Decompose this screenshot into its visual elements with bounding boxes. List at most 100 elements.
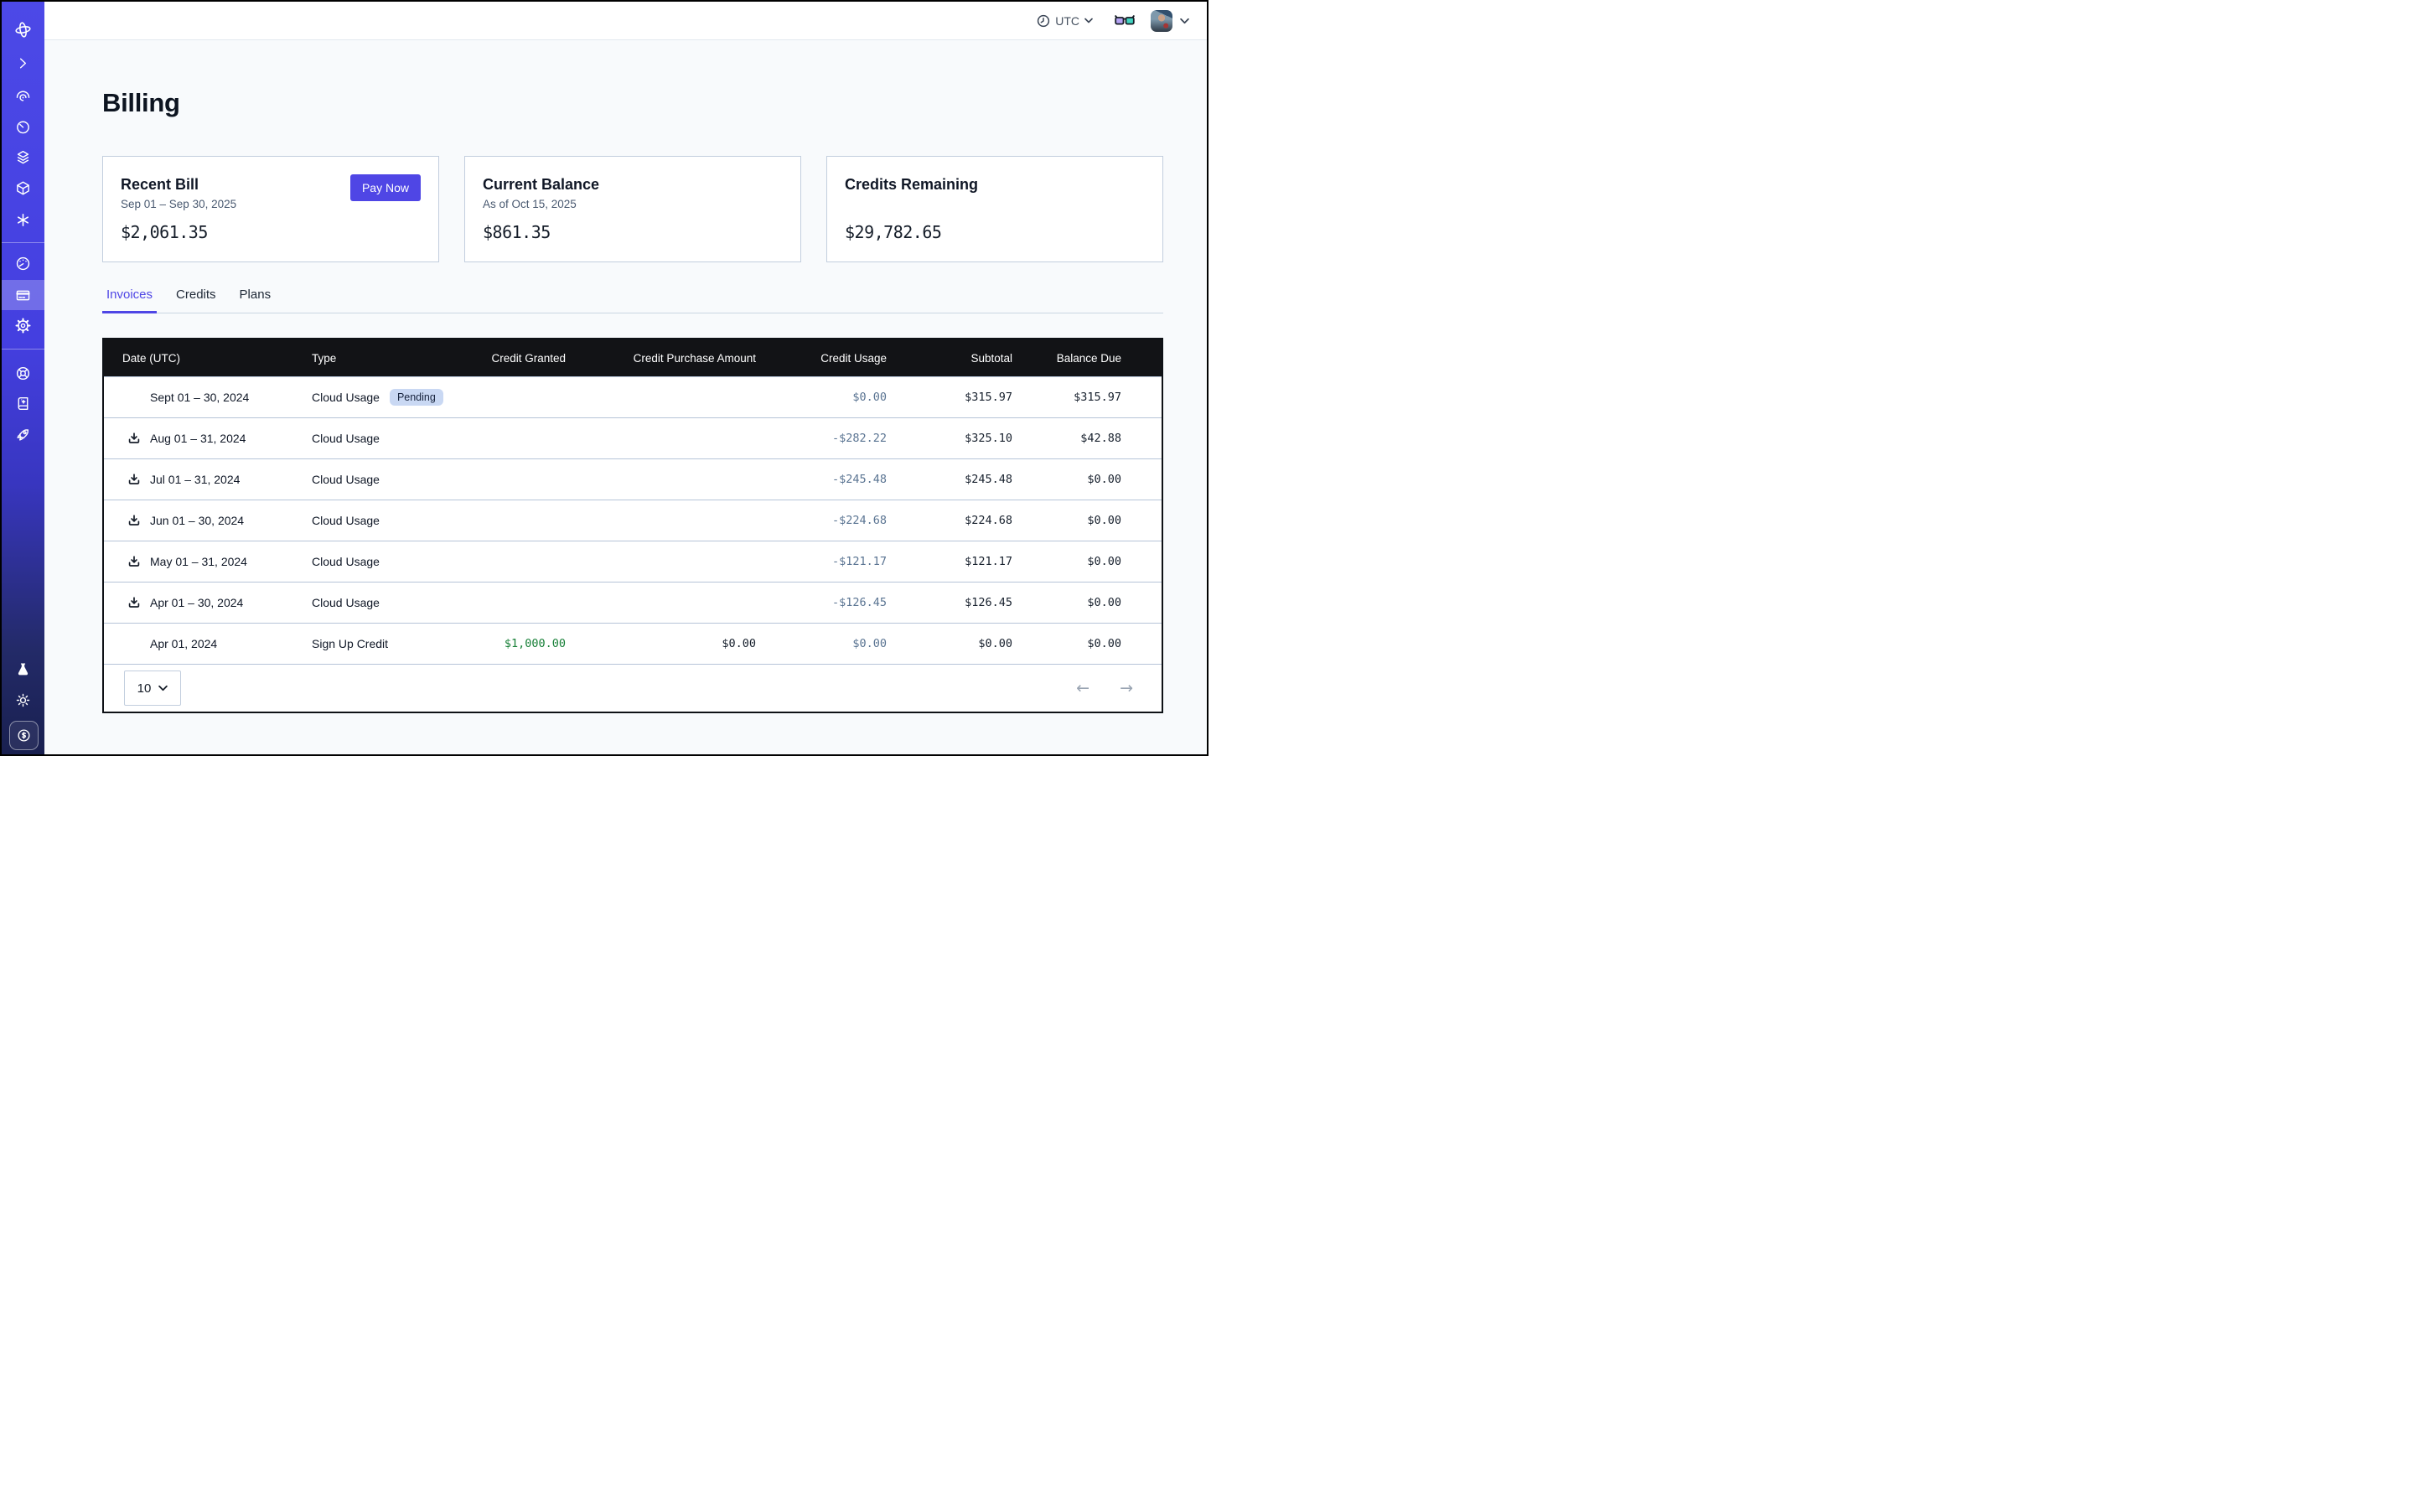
- type-cell: Cloud Usage Pending: [308, 389, 467, 406]
- credit-usage-value: -$282.22: [760, 432, 890, 445]
- table-header-row: Date (UTC) Type Credit Granted Credit Pu…: [104, 339, 1162, 376]
- credits-dollar-button[interactable]: [9, 721, 39, 750]
- date-cell: Apr 01, 2024: [104, 637, 308, 650]
- download-invoice-icon[interactable]: [127, 555, 141, 568]
- main-content: Billing Recent Bill Sep 01 – Sep 30, 202…: [102, 40, 1163, 713]
- current-balance-card: Current Balance As of Oct 15, 2025 $861.…: [464, 156, 801, 262]
- balance-due-value: $0.00: [1016, 514, 1162, 527]
- invoice-date: Aug 01 – 31, 2024: [150, 432, 246, 445]
- invoice-date: Jul 01 – 31, 2024: [150, 473, 240, 486]
- credit-usage-value: -$224.68: [760, 514, 890, 527]
- subtotal-value: $325.10: [890, 432, 1016, 445]
- tab-plans[interactable]: Plans: [235, 287, 276, 313]
- pay-now-button[interactable]: Pay Now: [350, 174, 421, 201]
- card-title: Current Balance: [483, 176, 783, 194]
- sidebar: [2, 2, 44, 754]
- invoice-date: May 01 – 31, 2024: [150, 555, 247, 568]
- recent-bill-card: Recent Bill Sep 01 – Sep 30, 2025 $2,061…: [102, 156, 439, 262]
- recent-bill-amount: $2,061.35: [121, 222, 421, 242]
- column-header-credit-purchase: Credit Purchase Amount: [572, 352, 760, 365]
- table-row: Jul 01 – 31, 2024 Cloud Usage -$245.48$245…: [104, 458, 1162, 500]
- download-invoice-icon[interactable]: [127, 432, 141, 445]
- rocket-icon[interactable]: [2, 420, 44, 448]
- docs-book-icon[interactable]: [2, 389, 44, 417]
- date-cell: Sept 01 – 30, 2024: [104, 391, 308, 404]
- type-cell: Cloud Usage: [308, 555, 467, 568]
- cube-icon[interactable]: [2, 173, 44, 202]
- chevron-down-icon: [158, 685, 168, 691]
- layers-icon[interactable]: [2, 142, 44, 171]
- tab-invoices[interactable]: Invoices: [102, 287, 157, 313]
- balance-due-value: $0.00: [1016, 555, 1162, 568]
- column-header-balance-due: Balance Due: [1016, 352, 1162, 365]
- user-avatar[interactable]: [1151, 10, 1172, 32]
- reader-glasses-icon[interactable]: [1115, 14, 1135, 27]
- card-title: Credits Remaining: [845, 176, 1145, 194]
- account-menu-chevron-icon[interactable]: [1180, 18, 1189, 24]
- invoice-type: Cloud Usage: [312, 391, 380, 404]
- credit-usage-value: -$121.17: [760, 555, 890, 568]
- date-cell: Jun 01 – 30, 2024: [104, 514, 308, 527]
- download-invoice-icon[interactable]: [127, 473, 141, 486]
- labs-flask-icon[interactable]: [2, 655, 44, 683]
- subtotal-value: $315.97: [890, 391, 1016, 404]
- theme-sun-icon[interactable]: [2, 686, 44, 714]
- timezone-selector[interactable]: UTC: [1037, 14, 1093, 28]
- date-cell: May 01 – 31, 2024: [104, 555, 308, 568]
- invoice-date: Sept 01 – 30, 2024: [150, 391, 249, 404]
- timer-icon[interactable]: [2, 112, 44, 141]
- observability-icon[interactable]: [2, 82, 44, 111]
- support-wheel-icon[interactable]: [2, 359, 44, 387]
- credit-usage-value: -$245.48: [760, 473, 890, 486]
- date-cell: Jul 01 – 31, 2024: [104, 473, 308, 486]
- download-invoice-icon[interactable]: [127, 514, 141, 527]
- status-badge: Pending: [390, 389, 443, 406]
- billing-card-icon[interactable]: [2, 281, 44, 309]
- credits-remaining-amount: $29,782.65: [845, 222, 1145, 242]
- asterisk-icon[interactable]: [2, 205, 44, 234]
- invoice-type: Cloud Usage: [312, 514, 380, 527]
- page-size-select[interactable]: 10: [124, 671, 181, 706]
- invoice-type: Cloud Usage: [312, 473, 380, 486]
- invoices-table: Date (UTC) Type Credit Granted Credit Pu…: [102, 338, 1163, 713]
- next-page-icon[interactable]: →: [1120, 681, 1133, 696]
- invoice-type: Cloud Usage: [312, 555, 380, 568]
- subtotal-value: $224.68: [890, 514, 1016, 527]
- table-row: Sept 01 – 30, 2024 Cloud Usage Pending $0.0…: [104, 376, 1162, 417]
- card-subtitle: As of Oct 15, 2025: [483, 198, 783, 212]
- sidebar-divider: [2, 242, 44, 243]
- credit-purchase-value: $0.00: [572, 637, 760, 650]
- card-subtitle: [845, 198, 1145, 212]
- column-header-subtotal: Subtotal: [890, 352, 1016, 365]
- column-header-type: Type: [308, 352, 467, 365]
- balance-due-value: $42.88: [1016, 432, 1162, 445]
- billing-page: UTC Billing Recent Bill Sep 01: [0, 0, 1208, 756]
- sidebar-divider: [2, 349, 44, 350]
- previous-page-icon[interactable]: ←: [1076, 681, 1089, 696]
- type-cell: Cloud Usage: [308, 473, 467, 486]
- invoice-type: Cloud Usage: [312, 596, 380, 609]
- subtotal-value: $245.48: [890, 473, 1016, 486]
- chevron-down-icon: [1084, 18, 1093, 23]
- table-row: Jun 01 – 30, 2024 Cloud Usage -$224.68$224…: [104, 500, 1162, 541]
- type-cell: Cloud Usage: [308, 432, 467, 445]
- download-invoice-icon[interactable]: [127, 596, 141, 609]
- timezone-label: UTC: [1055, 14, 1079, 28]
- credit-usage-value: $0.00: [760, 391, 890, 404]
- table-row: Aug 01 – 31, 2024 Cloud Usage -$282.22$325…: [104, 417, 1162, 458]
- tab-credits[interactable]: Credits: [172, 287, 220, 313]
- type-cell: Sign Up Credit: [308, 637, 467, 650]
- orbit-logo-icon[interactable]: [2, 15, 44, 44]
- topbar: UTC: [44, 2, 1207, 40]
- subtotal-value: $126.45: [890, 596, 1016, 609]
- page-title: Billing: [102, 88, 1163, 118]
- chevron-right-icon[interactable]: [2, 49, 44, 77]
- table-row: May 01 – 31, 2024 Cloud Usage -$121.17$121…: [104, 541, 1162, 582]
- table-row: Apr 01 – 30, 2024Cloud Usage-$126.45$126…: [104, 582, 1162, 623]
- credits-dollar-icon: [16, 728, 32, 743]
- invoice-date: Jun 01 – 30, 2024: [150, 514, 244, 527]
- dashboard-gauge-icon[interactable]: [2, 249, 44, 277]
- settings-gear-icon[interactable]: [2, 311, 44, 339]
- subtotal-value: $121.17: [890, 555, 1016, 568]
- table-row: Apr 01, 2024Sign Up Credit$1,000.00$0.00…: [104, 623, 1162, 664]
